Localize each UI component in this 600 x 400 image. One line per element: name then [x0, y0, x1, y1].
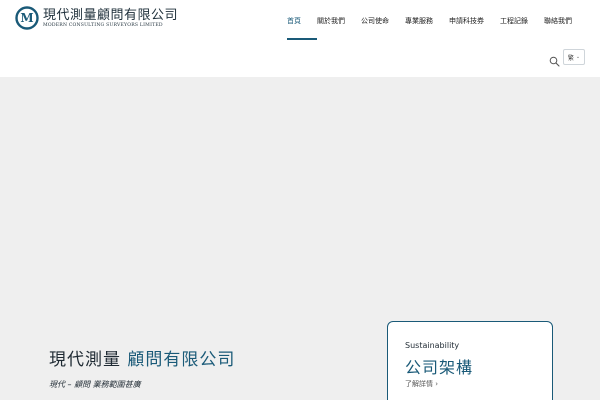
logo-m-icon: M	[15, 6, 39, 30]
card-small-label: Sustainability	[405, 341, 460, 350]
learn-more-link[interactable]: 了解詳情 ›	[405, 379, 438, 389]
chevron-down-icon: ⌄	[575, 54, 581, 60]
nav-item-contact[interactable]: 聯絡我們	[536, 15, 580, 27]
nav-item-tech-voucher[interactable]: 申請科技券	[441, 15, 492, 27]
chevron-right-icon: ›	[435, 380, 439, 388]
hero-title: 現代測量 顧問有限公司	[49, 345, 235, 370]
learn-more-label: 了解詳情	[405, 380, 433, 388]
active-nav-indicator	[287, 38, 317, 40]
company-logo[interactable]: M 現代測量顧問有限公司 MODERN CONSULTING SURVEYORS…	[15, 6, 178, 30]
hero-subtitle: 現代 – 顧問 業務範圍甚廣	[49, 380, 141, 389]
nav-item-services[interactable]: 專業服務	[397, 15, 441, 27]
language-selector[interactable]: 繁 ⌄	[563, 49, 585, 65]
main-nav: 首頁 關於我們 公司使命 專業服務 申請科技券 工程記錄 聯絡我們	[279, 15, 580, 27]
nav-item-home[interactable]: 首頁	[279, 15, 309, 27]
card-title: 公司架構	[405, 358, 474, 377]
logo-name-en: MODERN CONSULTING SURVEYORS LIMITED	[43, 22, 163, 28]
structure-card[interactable]: Sustainability 公司架構 了解詳情 ›	[387, 321, 553, 400]
site-header: M 現代測量顧問有限公司 MODERN CONSULTING SURVEYORS…	[0, 0, 600, 77]
hero-title-main: 現代測量	[49, 350, 121, 370]
hero-title-accent: 顧問有限公司	[127, 350, 236, 370]
logo-name-cn: 現代測量顧問有限公司	[43, 7, 179, 23]
search-icon[interactable]	[549, 52, 560, 67]
language-label: 繁	[567, 54, 574, 62]
nav-item-mission[interactable]: 公司使命	[353, 15, 397, 27]
nav-item-about[interactable]: 關於我們	[309, 15, 353, 27]
svg-text:M: M	[20, 11, 33, 25]
nav-item-projects[interactable]: 工程記錄	[492, 15, 536, 27]
